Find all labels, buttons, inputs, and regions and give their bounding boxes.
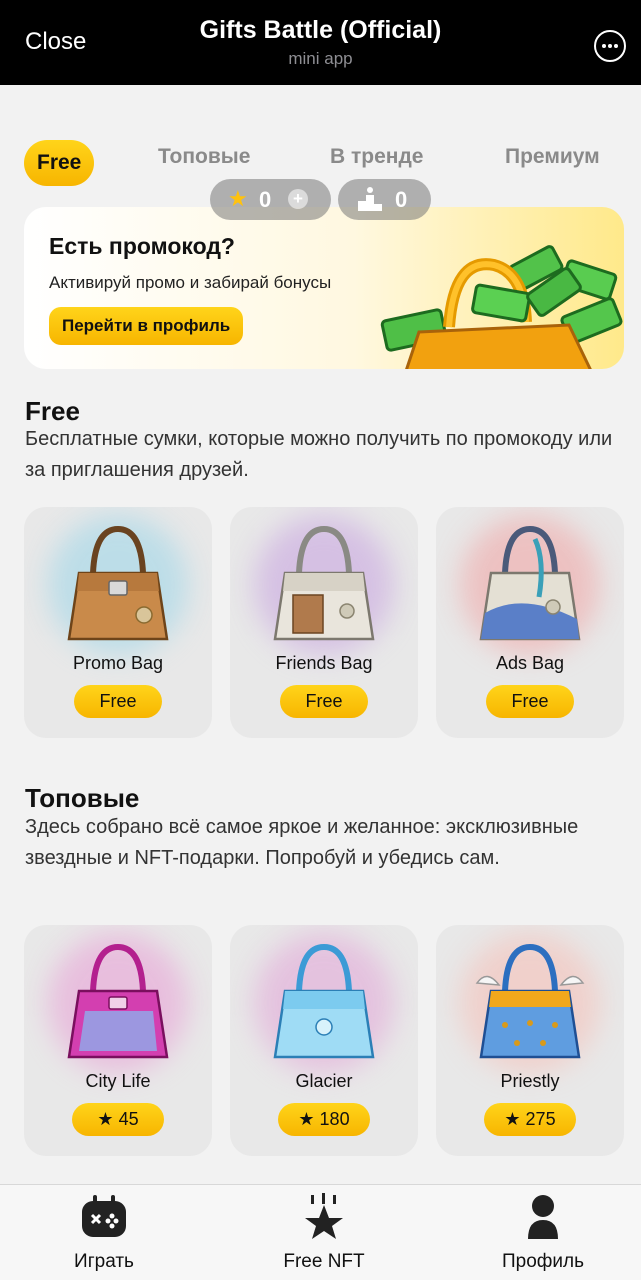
- gift-price-button[interactable]: ★ 180: [278, 1103, 370, 1136]
- gift-card-priestly[interactable]: Priestly ★ 275: [436, 925, 624, 1156]
- promo-banner: Есть промокод? Активируй промо и забирай…: [24, 207, 624, 369]
- nav-label-profile: Профиль: [501, 1251, 585, 1272]
- nav-label-play: Играть: [74, 1251, 134, 1272]
- rank-balance[interactable]: 0: [338, 179, 431, 220]
- gift-card-promo-bag[interactable]: Promo Bag Free: [24, 507, 212, 738]
- gift-price-value: 45: [118, 1109, 139, 1129]
- tab-premium[interactable]: Премиум: [505, 145, 600, 169]
- tab-trending[interactable]: В тренде: [330, 145, 424, 169]
- gift-price-value: 180: [319, 1109, 350, 1129]
- app-subtitle: mini app: [288, 49, 353, 68]
- stars-balance[interactable]: ★ 0 +: [210, 179, 331, 220]
- section-description-top: Здесь собрано всё самое яркое и желанное…: [25, 816, 579, 869]
- bottom-navigation: Играть Free NFT Профиль: [0, 1184, 641, 1280]
- gift-card-friends-bag[interactable]: Friends Bag Free: [230, 507, 418, 738]
- nav-item-free-nft[interactable]: Free NFT: [244, 1185, 404, 1280]
- gamepad-icon: [82, 1195, 126, 1237]
- section-title-top: Топовые: [25, 783, 140, 813]
- gift-name: City Life: [85, 1071, 151, 1091]
- friends-bag-image: [273, 525, 375, 641]
- star-icon: ★: [504, 1109, 521, 1129]
- telegram-header: Close Gifts Battle (Official) mini app: [0, 0, 641, 85]
- stars-balance-value: 0: [259, 187, 272, 212]
- gift-price-button[interactable]: ★ 275: [484, 1103, 576, 1136]
- ads-bag-image: [479, 525, 581, 641]
- promo-text: Активируй промо и забирай бонусы: [49, 273, 332, 292]
- tab-top[interactable]: Топовые: [158, 145, 250, 169]
- gift-card-ads-bag[interactable]: Ads Bag Free: [436, 507, 624, 738]
- city-life-bag-image: [67, 943, 169, 1059]
- gift-name: Friends Bag: [275, 653, 373, 673]
- rank-value: 0: [395, 187, 408, 212]
- money-bag-illustration: [380, 245, 623, 369]
- tab-free[interactable]: Free: [24, 140, 95, 186]
- star-icon: ★: [228, 186, 248, 211]
- star-icon: ★: [97, 1109, 114, 1129]
- nav-item-profile[interactable]: Профиль: [463, 1185, 623, 1280]
- profile-icon: [528, 1195, 558, 1239]
- gift-name: Ads Bag: [495, 653, 565, 673]
- podium-icon: [358, 187, 382, 211]
- gift-card-city-life[interactable]: City Life ★ 45: [24, 925, 212, 1156]
- priestly-bag-image: [475, 943, 585, 1059]
- gift-name: Promo Bag: [72, 653, 164, 673]
- gift-price-button[interactable]: Free: [280, 685, 368, 718]
- gift-price-button[interactable]: Free: [486, 685, 574, 718]
- glacier-bag-image: [273, 943, 375, 1059]
- gift-price-button[interactable]: ★ 45: [72, 1103, 164, 1136]
- more-options-icon[interactable]: [594, 30, 626, 62]
- gift-name: Glacier: [295, 1071, 353, 1091]
- promo-title: Есть промокод?: [49, 233, 235, 259]
- star-icon: ★: [298, 1109, 315, 1129]
- nav-label-free-nft: Free NFT: [283, 1251, 365, 1272]
- star-icon: [305, 1193, 343, 1239]
- nav-item-play[interactable]: Играть: [24, 1185, 184, 1280]
- gift-price-button[interactable]: Free: [74, 685, 162, 718]
- section-description-free: Бесплатные сумки, которые можно получить…: [25, 428, 613, 481]
- gift-name: Priestly: [500, 1071, 560, 1091]
- gift-price-value: 275: [525, 1109, 556, 1129]
- plus-icon[interactable]: +: [288, 189, 308, 209]
- go-to-profile-button[interactable]: Перейти в профиль: [49, 307, 244, 345]
- section-title-free: Free: [25, 396, 80, 426]
- app-title: Gifts Battle (Official): [199, 16, 442, 44]
- promo-bag-image: [67, 525, 169, 641]
- gift-card-glacier[interactable]: Glacier ★ 180: [230, 925, 418, 1156]
